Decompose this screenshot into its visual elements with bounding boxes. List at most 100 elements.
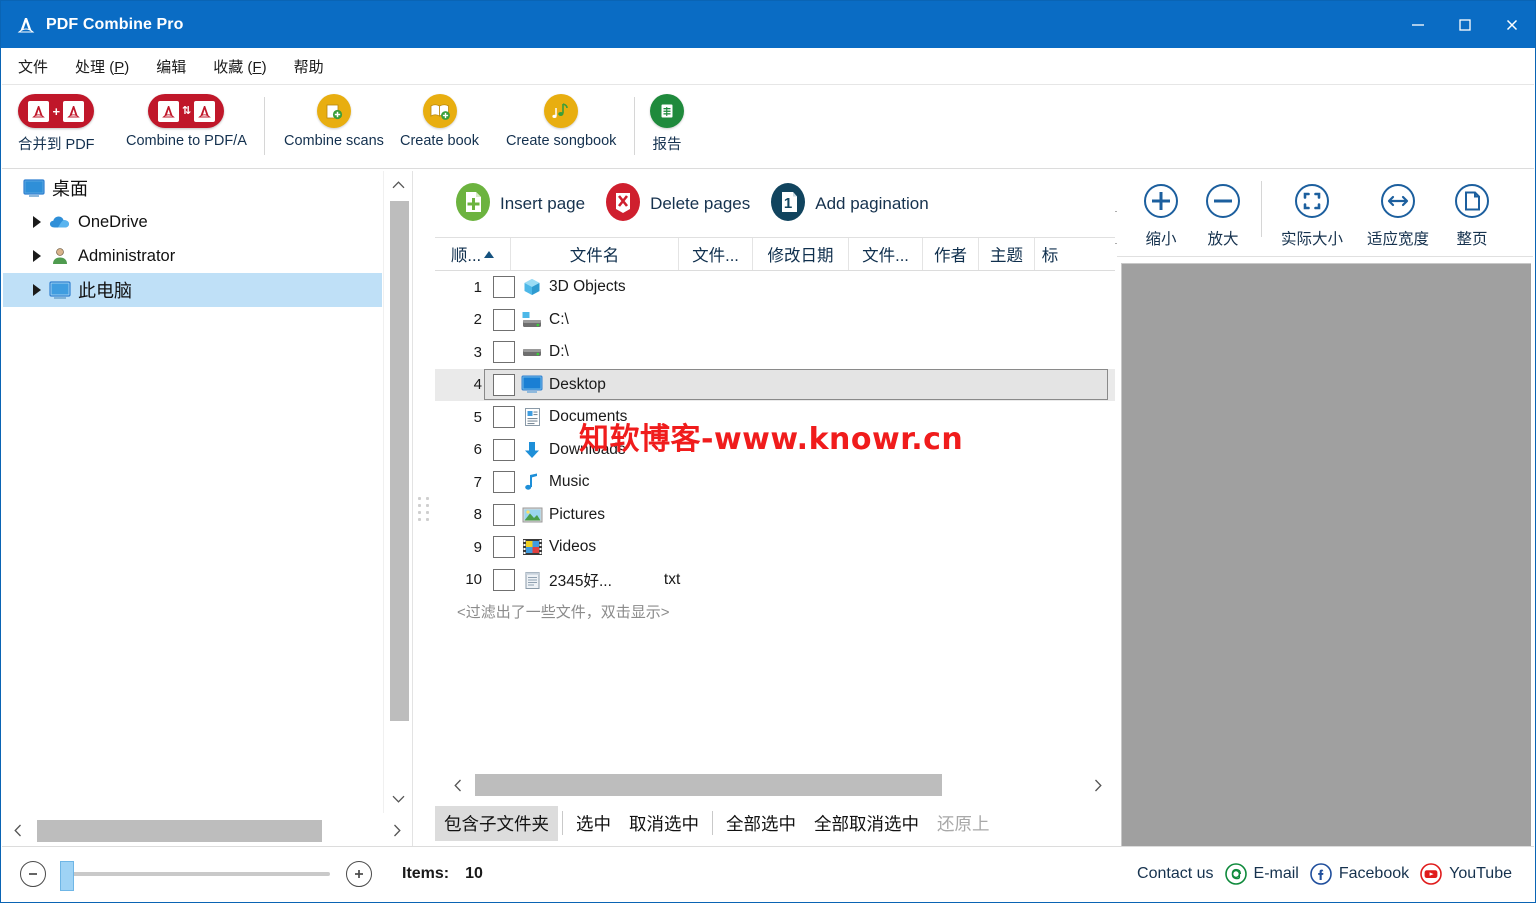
table-row[interactable]: 4 Desktop: [435, 368, 1115, 401]
expand-arrow-icon[interactable]: [27, 250, 47, 262]
column-header-filesize[interactable]: 文件...: [849, 238, 923, 270]
combine-to-pdf-button[interactable]: + 合并到 PDF: [12, 91, 101, 154]
include-subfolders-button[interactable]: 包含子文件夹: [435, 805, 558, 841]
expand-arrow-icon[interactable]: [27, 284, 47, 296]
close-button[interactable]: [1488, 1, 1535, 48]
select-button[interactable]: 选中: [567, 806, 620, 841]
deselect-button[interactable]: 取消选中: [620, 806, 708, 841]
zoom-out-button[interactable]: 缩小: [1131, 179, 1191, 249]
window-controls: [1394, 1, 1535, 48]
row-checkbox[interactable]: [493, 373, 515, 396]
tree-node-onedrive[interactable]: OneDrive: [3, 205, 382, 239]
insert-page-button[interactable]: Insert page: [445, 178, 593, 231]
combine-to-pdfa-button[interactable]: ⇅ Combine to PDF/A: [120, 91, 253, 149]
row-checkbox[interactable]: [493, 536, 515, 559]
table-row[interactable]: 7 Music: [435, 466, 1115, 499]
report-button[interactable]: 报告: [644, 91, 690, 154]
column-header-order[interactable]: 顺...: [435, 238, 511, 270]
filter-note[interactable]: <过滤出了一些文件，双击显示>: [457, 601, 1115, 622]
table-row[interactable]: 3 D:\: [435, 336, 1115, 369]
scroll-down-arrow-icon[interactable]: [384, 785, 413, 813]
tree-scrollbar-thumb[interactable]: [390, 201, 409, 721]
zoom-in-button[interactable]: 放大: [1193, 179, 1253, 249]
onedrive-cloud-icon: [47, 214, 73, 230]
facebook-icon: [1308, 861, 1334, 887]
expand-arrow-icon[interactable]: [27, 216, 47, 228]
row-number: 4: [473, 376, 482, 394]
column-header-moddate[interactable]: 修改日期: [753, 238, 849, 270]
create-songbook-button[interactable]: Create songbook: [500, 91, 622, 149]
menu-file[interactable]: 文件: [7, 52, 59, 81]
menu-process[interactable]: 处理 (P): [64, 52, 140, 81]
delete-pages-button[interactable]: Delete pages: [595, 178, 758, 231]
row-checkbox[interactable]: [493, 568, 515, 591]
tree-node-this-pc[interactable]: 此电脑: [3, 273, 382, 307]
table-row[interactable]: 2 C:\: [435, 304, 1115, 337]
add-pagination-button[interactable]: 1 Add pagination: [760, 178, 936, 231]
column-header-filetype[interactable]: 文件...: [679, 238, 753, 270]
tree-horizontal-scrollbar[interactable]: [3, 815, 412, 846]
row-checkbox[interactable]: [493, 276, 515, 299]
scroll-right-arrow-icon[interactable]: [1083, 770, 1113, 800]
table-row[interactable]: 6 Downloads: [435, 434, 1115, 467]
fit-width-button[interactable]: 适应宽度: [1356, 179, 1440, 249]
list-hscroll-thumb[interactable]: [475, 774, 942, 796]
column-header-subject[interactable]: 主题: [979, 238, 1035, 270]
restore-button[interactable]: 还原上: [928, 806, 999, 841]
whole-page-label: 整页: [1456, 231, 1488, 248]
tree-hscroll-thumb[interactable]: [37, 819, 322, 842]
menu-edit[interactable]: 编辑: [145, 52, 197, 81]
tree-node-administrator[interactable]: Administrator: [3, 239, 382, 273]
panel-splitter[interactable]: [413, 171, 435, 846]
row-number: 5: [473, 408, 482, 426]
scroll-left-arrow-icon[interactable]: [443, 770, 473, 800]
row-checkbox[interactable]: [493, 503, 515, 526]
scroll-up-arrow-icon[interactable]: [384, 171, 413, 199]
table-row[interactable]: 1 3D Objects: [435, 271, 1115, 304]
select-all-button[interactable]: 全部选中: [717, 806, 805, 841]
combine-scans-button[interactable]: Combine scans: [278, 91, 390, 149]
row-checkbox[interactable]: [493, 471, 515, 494]
list-hscroll-track[interactable]: [473, 774, 1083, 796]
create-book-button[interactable]: Create book: [394, 91, 485, 149]
menu-favorites[interactable]: 收藏 (F): [202, 52, 277, 81]
whole-page-button[interactable]: 整页: [1442, 179, 1502, 249]
column-header-tag[interactable]: 标: [1035, 238, 1065, 270]
menu-help[interactable]: 帮助: [283, 52, 335, 81]
row-checkbox[interactable]: [493, 341, 515, 364]
youtube-link[interactable]: YouTube: [1418, 861, 1512, 887]
column-header-author[interactable]: 作者: [923, 238, 979, 270]
scroll-left-arrow-icon[interactable]: [3, 816, 33, 846]
table-row[interactable]: 9 Videos: [435, 531, 1115, 564]
row-checkbox[interactable]: [493, 406, 515, 429]
notepad-icon: [515, 570, 549, 590]
combine-to-pdfa-label: Combine to PDF/A: [126, 133, 247, 149]
row-checkbox[interactable]: [493, 308, 515, 331]
email-link[interactable]: E-mail: [1223, 861, 1299, 887]
row-number: 7: [473, 473, 482, 491]
zoom-in-circle-icon[interactable]: [346, 861, 372, 887]
slider-thumb[interactable]: [60, 861, 74, 891]
tree-hscroll-track[interactable]: [33, 819, 382, 842]
minimize-button[interactable]: [1394, 1, 1441, 48]
facebook-label: Facebook: [1338, 865, 1410, 882]
table-row[interactable]: 10 2345好... txt: [435, 564, 1115, 597]
tree-vertical-scrollbar[interactable]: [383, 171, 412, 813]
facebook-link[interactable]: Facebook: [1308, 861, 1409, 887]
tree-node-desktop[interactable]: 桌面: [3, 171, 382, 205]
zoom-out-circle-icon[interactable]: [20, 861, 46, 887]
table-row[interactable]: 8 Pictures: [435, 499, 1115, 532]
row-checkbox[interactable]: [493, 438, 515, 461]
file-list-horizontal-scrollbar[interactable]: [443, 770, 1113, 800]
scroll-right-arrow-icon[interactable]: [382, 816, 412, 846]
actual-size-button[interactable]: 实际大小: [1270, 179, 1354, 249]
column-header-filename[interactable]: 文件名: [511, 238, 679, 270]
preview-canvas[interactable]: [1121, 263, 1531, 846]
table-row[interactable]: 5 Documents: [435, 401, 1115, 434]
thumbnail-size-slider[interactable]: [60, 861, 330, 891]
window-title: PDF Combine Pro: [46, 15, 184, 33]
maximize-button[interactable]: [1441, 1, 1488, 48]
downloads-icon: [515, 440, 549, 460]
deselect-all-button[interactable]: 全部取消选中: [805, 806, 928, 841]
insert-page-label: Insert page: [500, 194, 586, 213]
